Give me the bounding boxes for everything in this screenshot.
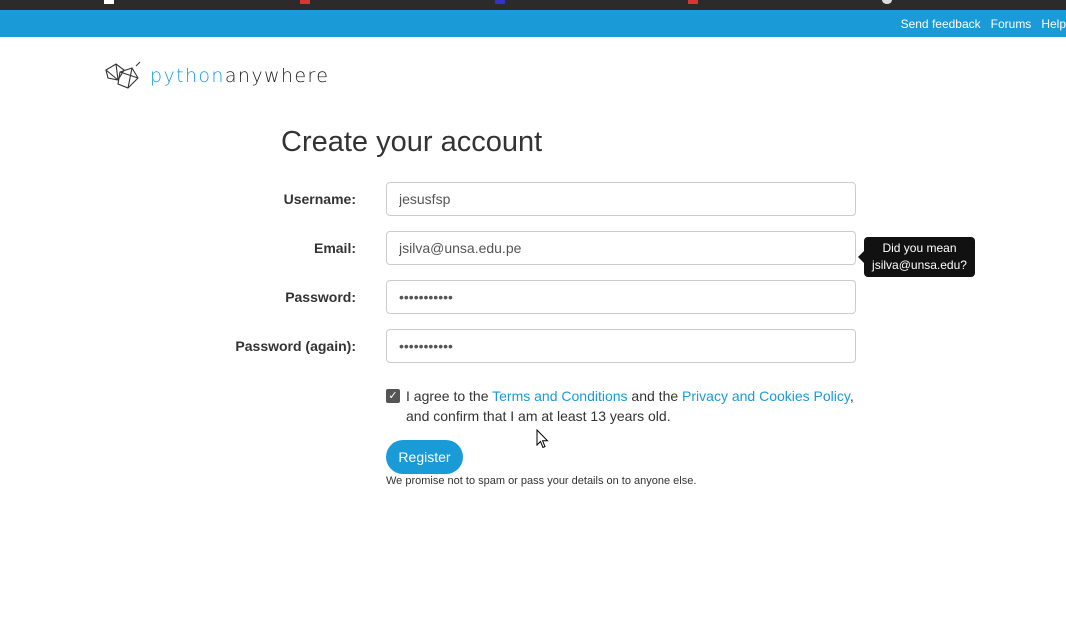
- terms-middle: and the: [627, 388, 683, 404]
- tab-icon: [882, 0, 892, 4]
- username-row: Username:: [200, 182, 856, 216]
- pythonanywhere-logo-icon: [105, 61, 141, 89]
- no-spam-note: We promise not to spam or pass your deta…: [386, 475, 697, 487]
- tab-icon: [688, 0, 698, 4]
- email-input[interactable]: [386, 231, 856, 265]
- terms-text: I agree to the Terms and Conditions and …: [406, 386, 866, 426]
- register-button[interactable]: Register: [386, 440, 463, 474]
- tab-icon: [104, 0, 114, 4]
- terms-checkbox[interactable]: ✓: [386, 389, 400, 403]
- tab-icon: [300, 0, 310, 4]
- email-row: Email:: [200, 231, 856, 265]
- terms-agreement: ✓ I agree to the Terms and Conditions an…: [386, 386, 866, 426]
- password-row: Password:: [200, 280, 856, 314]
- logo-text-anywhere: anywhere: [224, 65, 330, 87]
- nav-links: Send feedback Forums Help: [891, 10, 1066, 37]
- logo-text-python: python: [150, 65, 225, 87]
- send-feedback-link[interactable]: Send feedback: [901, 17, 981, 31]
- password-again-label: Password (again):: [235, 338, 356, 354]
- username-input[interactable]: [386, 182, 856, 216]
- logo-wordmark: pythonanywhere: [150, 65, 329, 87]
- tooltip-line-2: jsilva@unsa.edu?: [872, 258, 967, 272]
- help-link[interactable]: Help: [1041, 17, 1066, 31]
- email-label: Email:: [313, 240, 356, 256]
- tooltip-line-1: Did you mean: [882, 241, 957, 255]
- forums-link[interactable]: Forums: [991, 17, 1032, 31]
- password-input[interactable]: [386, 280, 856, 314]
- top-navbar: Send feedback Forums Help: [0, 10, 1066, 37]
- terms-and-conditions-link[interactable]: Terms and Conditions: [492, 388, 627, 404]
- password-again-row: Password (again):: [200, 329, 856, 363]
- email-suggestion-tooltip[interactable]: Did you mean jsilva@unsa.edu?: [858, 237, 975, 277]
- privacy-policy-link[interactable]: Privacy and Cookies Policy: [682, 388, 850, 404]
- browser-tab-strip: [0, 0, 1066, 10]
- username-label: Username:: [283, 191, 356, 207]
- password-label: Password:: [285, 289, 356, 305]
- site-logo[interactable]: pythonanywhere: [102, 60, 329, 92]
- tab-icon: [495, 0, 505, 4]
- mouse-cursor-icon: [536, 429, 549, 449]
- page-title: Create your account: [281, 126, 543, 158]
- terms-prefix: I agree to the: [406, 388, 493, 404]
- password-again-input[interactable]: [386, 329, 856, 363]
